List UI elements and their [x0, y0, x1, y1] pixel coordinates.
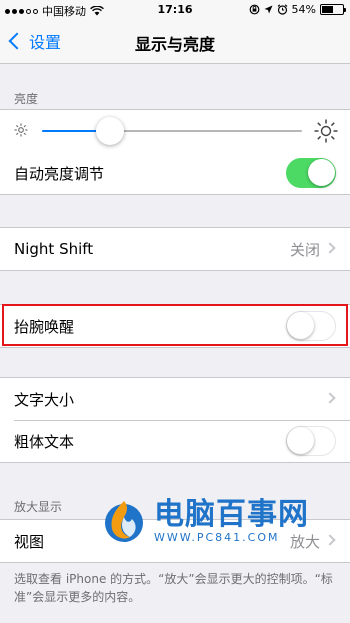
text-size-row[interactable]: 文字大小 [0, 378, 350, 420]
orientation-lock-icon [249, 4, 259, 15]
bold-text-toggle[interactable] [286, 426, 336, 456]
text-size-label: 文字大小 [14, 390, 75, 409]
page-title: 显示与亮度 [134, 35, 215, 54]
section-header-brightness: 亮度 [14, 92, 39, 106]
brightness-slider[interactable] [42, 117, 302, 145]
watermark-url: WWW.PC841.COM [154, 530, 280, 544]
auto-brightness-toggle[interactable] [286, 158, 336, 188]
chevron-right-icon [324, 534, 336, 546]
view-label: 视图 [14, 532, 45, 551]
watermark-title: 电脑百事网 [154, 496, 309, 532]
chevron-right-icon [324, 392, 336, 404]
sun-small-icon [14, 123, 28, 137]
navigation-bar: 设置 显示与亮度 [0, 20, 350, 64]
watermark-logo [105, 501, 143, 542]
night-shift-group: Night Shift 关闭 [0, 227, 350, 271]
highlight-annotation [2, 304, 348, 346]
brightness-slider-thumb[interactable] [95, 117, 124, 145]
bold-text-label: 粗体文本 [14, 432, 75, 451]
location-icon [264, 5, 273, 14]
auto-brightness-row: 自动亮度调节 [0, 152, 350, 194]
section-header-zoom: 放大显示 [14, 500, 63, 514]
sun-large-icon [314, 119, 338, 143]
battery-fill [322, 6, 333, 13]
chevron-right-icon [324, 242, 336, 254]
status-right: 54% [249, 3, 346, 16]
status-bar: 中国移动 17:16 54% [0, 0, 350, 20]
bold-text-row: 粗体文本 [0, 420, 350, 462]
auto-brightness-label: 自动亮度调节 [14, 164, 105, 183]
brightness-slider-row [0, 110, 350, 152]
zoom-footer-text: 选取查看 iPhone 的方式。“放大”会显示更大的控制项。“标准”会显示更多的… [14, 572, 333, 604]
watermark-text: 电脑百事网 WWW.PC841.COM [154, 496, 309, 544]
battery-icon [320, 4, 346, 15]
alarm-icon [277, 4, 287, 15]
night-shift-value: 关闭 [289, 240, 320, 259]
night-shift-row[interactable]: Night Shift 关闭 [0, 228, 350, 270]
battery-percent: 54% [291, 3, 316, 16]
text-group: 文字大小 粗体文本 [0, 377, 350, 463]
brightness-group: 自动亮度调节 [0, 109, 350, 195]
night-shift-label: Night Shift [14, 240, 94, 258]
watermark: 电脑百事网 WWW.PC841.COM [100, 497, 309, 545]
